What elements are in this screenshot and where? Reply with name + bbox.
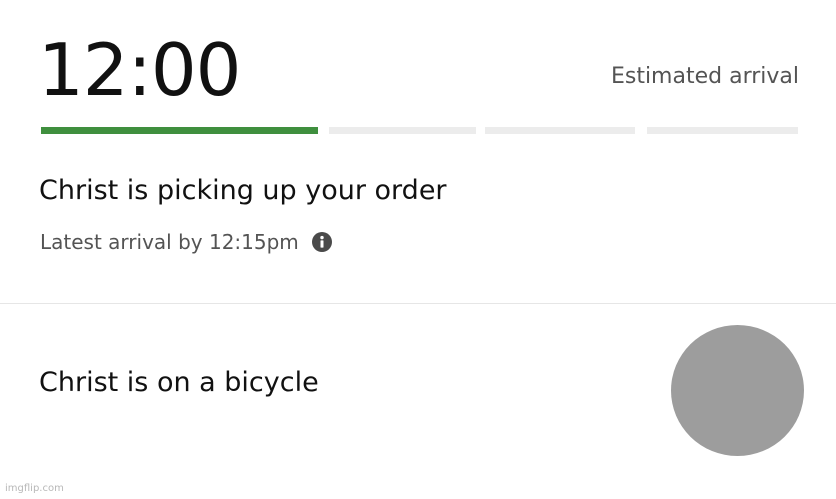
latest-arrival-text: Latest arrival by 12:15pm [40, 230, 299, 254]
progress-segment-1 [41, 127, 318, 134]
info-icon[interactable] [311, 232, 332, 252]
delivery-progress-bar [41, 127, 798, 134]
delivery-tracking-screen: 12:00 Estimated arrival Christ is pickin… [0, 0, 836, 499]
order-status-title: Christ is picking up your order [39, 175, 447, 206]
courier-vehicle-text: Christ is on a bicycle [39, 367, 319, 398]
eta-time: 12:00 [38, 28, 241, 112]
courier-avatar[interactable] [671, 325, 804, 456]
section-divider [0, 303, 836, 304]
progress-segment-3 [485, 127, 635, 134]
watermark: imgflip.com [5, 483, 64, 494]
eta-label: Estimated arrival [610, 64, 799, 89]
latest-arrival-row: Latest arrival by 12:15pm [40, 232, 332, 252]
progress-segment-4 [647, 127, 798, 134]
progress-segment-2 [329, 127, 476, 134]
